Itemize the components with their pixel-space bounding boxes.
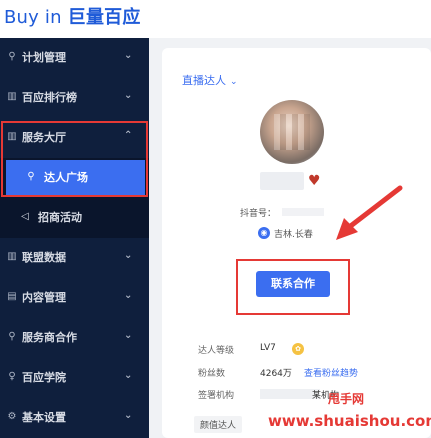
sidebar-item-label: 百应排行榜 xyxy=(22,91,77,104)
talent-card: 直播达人 ⌄ ♥ 抖音号： ◉ 吉林.长春 联系合作 达人等级 LV7 ✿ 粉丝数… xyxy=(162,48,431,438)
agency-redacted xyxy=(260,389,320,399)
brand-logo[interactable]: Buy in 巨量百应 xyxy=(4,3,141,29)
chevron-down-icon: ⌄ xyxy=(124,90,133,101)
sidebar-item-label: 内容管理 xyxy=(22,291,66,304)
top-bar: Buy in 巨量百应 xyxy=(0,0,431,38)
agency-label: 签署机构 xyxy=(198,391,235,401)
sidebar-item-label: 计划管理 xyxy=(22,51,66,64)
logo-cn: 巨量百应 xyxy=(67,7,141,28)
highlight-box-button xyxy=(236,259,350,315)
sidebar-item-label: 百应学院 xyxy=(22,371,66,384)
talent-name-redacted xyxy=(260,172,304,190)
watermark-cn: 甩手网 xyxy=(328,392,365,406)
sidebar-item-alliance-data[interactable]: ▥ 联盟数据 ⌄ xyxy=(0,238,149,278)
douyin-id-redacted xyxy=(282,208,324,216)
bar-chart-icon: ▥ xyxy=(7,91,17,102)
sidebar-item-merchant-activity[interactable]: ◁ 招商活动 xyxy=(0,200,149,236)
watermark-url: www.shuaishou.com xyxy=(268,412,431,430)
chevron-down-icon: ⌄ xyxy=(124,290,133,301)
heart-icon: ♥ xyxy=(308,173,321,189)
highlight-box-nav xyxy=(1,121,148,197)
sidebar-item-service-partner[interactable]: ⚲ 服务商合作 ⌄ xyxy=(0,318,149,358)
chevron-down-icon: ⌄ xyxy=(124,370,133,381)
douyin-id-label: 抖音号： xyxy=(240,209,277,219)
chevron-down-icon: ⌄ xyxy=(124,50,133,61)
location-icon: ◉ xyxy=(258,227,270,239)
sidebar: ⚲ 计划管理 ⌄ ▥ 百应排行榜 ⌄ ▥ 服务大厅 ⌃ ⚲ 达人广场 ◁ 招商活… xyxy=(0,38,149,438)
fans-label: 粉丝数 xyxy=(198,369,226,379)
document-icon: ▤ xyxy=(7,291,17,302)
location-text: 吉林.长春 xyxy=(274,230,313,240)
sidebar-item-label: 基本设置 xyxy=(22,411,66,424)
chevron-down-icon: ⌄ xyxy=(124,250,133,261)
sidebar-item-settings[interactable]: ⚙ 基本设置 ⌄ xyxy=(0,398,149,438)
chevron-down-icon: ⌄ xyxy=(124,410,133,421)
talent-level-value: LV7 xyxy=(260,343,276,353)
logo-en: Buy in xyxy=(4,7,62,28)
sidebar-item-plan[interactable]: ⚲ 计划管理 ⌄ xyxy=(0,38,149,78)
user-icon: ⚲ xyxy=(8,331,16,342)
mosaic-blur xyxy=(274,114,310,150)
gear-icon: ⚙ xyxy=(7,411,17,422)
user-plan-icon: ⚲ xyxy=(8,51,16,62)
chevron-down-icon: ⌄ xyxy=(124,330,133,341)
talent-tag: 颜值达人 xyxy=(194,416,243,433)
fans-trend-link[interactable]: 查看粉丝趋势 xyxy=(304,366,358,379)
sidebar-item-content[interactable]: ▤ 内容管理 ⌄ xyxy=(0,278,149,318)
talent-level-label: 达人等级 xyxy=(198,346,235,356)
sidebar-item-label: 服务商合作 xyxy=(22,331,77,344)
tab-live-talent[interactable]: 直播达人 ⌄ xyxy=(182,72,238,88)
sidebar-item-academy[interactable]: ♀ 百应学院 ⌄ xyxy=(0,358,149,398)
chevron-down-icon: ⌄ xyxy=(230,77,238,87)
level-badge-icon: ✿ xyxy=(292,343,304,355)
bulb-icon: ♀ xyxy=(8,371,16,382)
tab-label: 直播达人 xyxy=(182,74,226,87)
send-icon: ◁ xyxy=(21,211,29,222)
bar-chart-icon: ▥ xyxy=(7,251,17,262)
fans-value: 4264万 xyxy=(260,369,292,379)
sidebar-item-ranking[interactable]: ▥ 百应排行榜 ⌄ xyxy=(0,78,149,118)
avatar[interactable] xyxy=(260,100,324,164)
sidebar-item-label: 联盟数据 xyxy=(22,251,66,264)
sidebar-item-label: 招商活动 xyxy=(38,211,82,224)
